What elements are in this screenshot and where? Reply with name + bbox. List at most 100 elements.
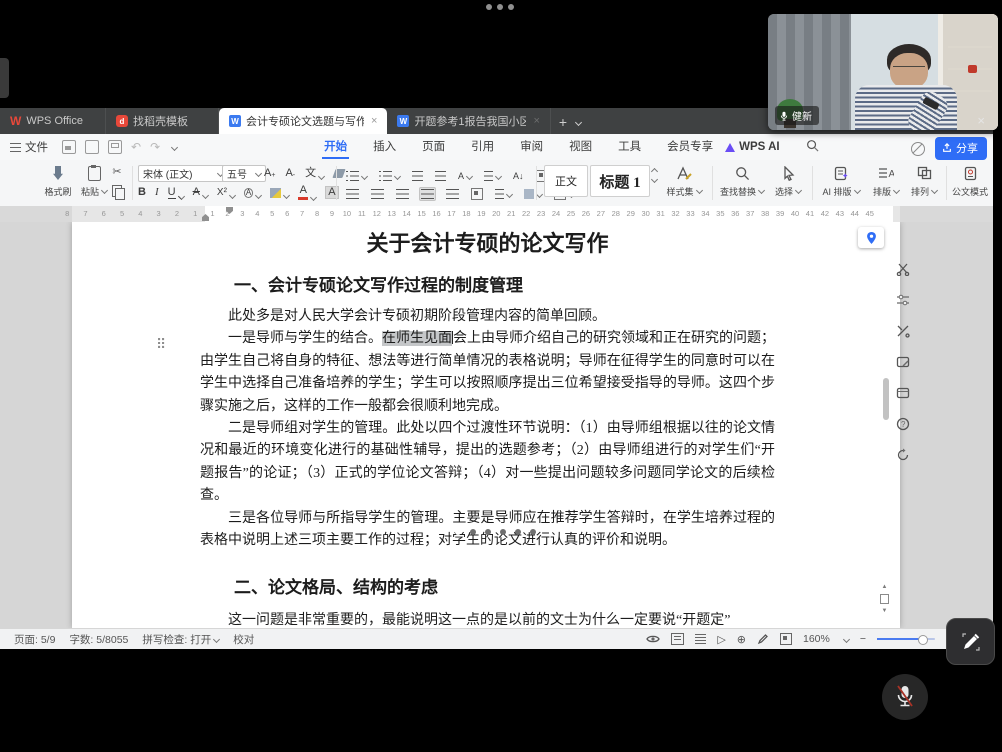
styles-scroll-up-icon[interactable] bbox=[651, 168, 658, 175]
document-page[interactable]: 关于会计专硕的论文写作 一、会计专硕论文写作过程的制度管理 此处多是对人民大学会… bbox=[72, 222, 900, 628]
page-view-icon[interactable] bbox=[671, 633, 684, 645]
copy-icon[interactable] bbox=[112, 185, 122, 197]
tab-close-icon[interactable]: × bbox=[371, 115, 377, 127]
align-left-button[interactable] bbox=[344, 187, 361, 201]
fit-page-icon[interactable] bbox=[780, 633, 792, 645]
bold-button[interactable]: B bbox=[138, 187, 146, 198]
highlight-color-button[interactable] bbox=[270, 188, 289, 198]
help-icon[interactable]: ? bbox=[896, 417, 910, 431]
zoom-slider-knob[interactable] bbox=[918, 635, 928, 645]
search-button[interactable] bbox=[806, 139, 819, 155]
sort-button[interactable]: A↓ bbox=[511, 170, 526, 183]
tab-page[interactable]: 页面 bbox=[420, 135, 447, 159]
tab-home[interactable]: 开始 bbox=[322, 135, 349, 159]
underline-button[interactable]: U bbox=[168, 187, 184, 199]
find-replace-button[interactable]: 查找替换 bbox=[718, 164, 766, 198]
doc-paragraph[interactable]: 二是导师组对学生的管理。此处以四个过渡性环节说明：（1）由导师组根据以往的论文情… bbox=[200, 418, 775, 508]
next-page-icon[interactable]: ▼ bbox=[882, 608, 888, 614]
share-button[interactable]: 分享 bbox=[935, 137, 987, 160]
scissors-icon[interactable] bbox=[896, 262, 910, 276]
text-effect-button[interactable]: 文 bbox=[305, 168, 324, 179]
previous-page-icon[interactable]: ▲ bbox=[882, 584, 888, 590]
save-icon[interactable] bbox=[62, 140, 76, 154]
style-body-text[interactable]: 正文 bbox=[544, 165, 588, 197]
vertical-scrollbar[interactable] bbox=[882, 222, 891, 628]
char-border-button[interactable]: A bbox=[244, 188, 261, 198]
distribute-button[interactable] bbox=[444, 187, 461, 201]
select-button[interactable]: 选择 bbox=[770, 164, 806, 198]
webcam-video[interactable]: 健新 bbox=[768, 14, 998, 130]
doc-paragraph-clipped[interactable]: 这一问题是非常重要的，最能说明这一点的是以前的文士为什么一定要说“开题定” bbox=[200, 610, 775, 628]
word-count[interactable]: 字数: 5/8055 bbox=[69, 632, 128, 647]
cut-icon[interactable]: ✂ bbox=[112, 167, 121, 178]
tab-wps-ai[interactable]: WPS AI bbox=[725, 141, 779, 153]
tab-member[interactable]: 会员专享 bbox=[665, 135, 715, 159]
tab-wps-home[interactable]: W WPS Office bbox=[0, 108, 106, 134]
spellcheck-status[interactable]: 拼写检查: 打开 bbox=[142, 632, 219, 647]
format-painter-button[interactable]: 格式刷 bbox=[40, 164, 76, 198]
tab-review[interactable]: 审阅 bbox=[518, 135, 545, 159]
edit-pen-icon[interactable] bbox=[757, 633, 769, 645]
tab-docer-templates[interactable]: d 找稻壳模板 bbox=[106, 108, 219, 134]
doc-title[interactable]: 关于会计专硕的论文写作 bbox=[200, 228, 775, 260]
official-doc-mode-button[interactable]: 公文模式 bbox=[948, 164, 992, 198]
horizontal-ruler[interactable]: 87654321 1234567891011121314151617181920… bbox=[0, 206, 993, 222]
italic-button[interactable]: I bbox=[155, 187, 159, 198]
zoom-chevron-icon[interactable] bbox=[843, 635, 850, 642]
strikethrough-button[interactable]: A bbox=[193, 187, 208, 198]
zoom-slider[interactable] bbox=[877, 638, 935, 640]
tools-icon[interactable] bbox=[896, 324, 910, 338]
tab-reference[interactable]: 引用 bbox=[469, 135, 496, 159]
browse-object-icon[interactable] bbox=[880, 594, 889, 604]
tab-close-icon[interactable]: × bbox=[533, 115, 539, 127]
print-icon[interactable] bbox=[108, 140, 122, 154]
locate-button[interactable] bbox=[858, 227, 884, 248]
proofread-button[interactable]: 校对 bbox=[233, 632, 254, 647]
doc-paragraph[interactable]: 一是导师与学生的结合。在师生见面会上由导师介绍自己的研究领域和正在研究的问题；由… bbox=[200, 328, 775, 418]
style-set-button[interactable]: 样式集 bbox=[662, 164, 706, 198]
tab-insert[interactable]: 插入 bbox=[371, 135, 398, 159]
shrink-font-button[interactable]: A- bbox=[285, 168, 295, 179]
sync-icon[interactable] bbox=[896, 448, 910, 462]
decrease-indent-button[interactable] bbox=[410, 169, 425, 183]
bullets-button[interactable] bbox=[344, 169, 369, 183]
layout-button[interactable]: A 排版 bbox=[868, 164, 904, 198]
increase-indent-button[interactable] bbox=[433, 169, 448, 183]
superscript-button[interactable]: X² bbox=[217, 188, 235, 198]
tab-tools[interactable]: 工具 bbox=[616, 135, 643, 159]
annotation-tool-button[interactable] bbox=[946, 618, 995, 665]
paste-button[interactable]: 粘贴 bbox=[78, 164, 110, 198]
file-menu[interactable]: 文件 bbox=[10, 139, 48, 155]
settings-sliders-icon[interactable] bbox=[896, 293, 910, 307]
asian-layout-button[interactable] bbox=[482, 169, 503, 183]
quick-access-chevron-icon[interactable] bbox=[171, 143, 178, 150]
scrollbar-thumb[interactable] bbox=[883, 378, 889, 420]
grow-font-button[interactable]: A+ bbox=[264, 168, 275, 179]
tab-other-document[interactable]: W 开题参考1报告我国小区物业会计 × bbox=[387, 108, 550, 134]
styles-scroll-down-icon[interactable] bbox=[651, 176, 658, 183]
eye-protect-icon[interactable] bbox=[646, 634, 660, 644]
doc-paragraph[interactable]: 此处多是对人民大学会计专硕初期阶段管理内容的简单回顾。 bbox=[200, 306, 775, 328]
redo-icon[interactable]: ↷ bbox=[150, 140, 160, 154]
ai-layout-button[interactable]: AI 排版 bbox=[816, 164, 866, 198]
side-panel-handle[interactable] bbox=[0, 58, 9, 98]
font-color-button[interactable]: A bbox=[298, 185, 316, 200]
style-heading1[interactable]: 标题 1 bbox=[590, 165, 650, 197]
align-center-button[interactable] bbox=[369, 187, 386, 201]
paragraph-layout-button[interactable] bbox=[469, 186, 485, 202]
export-pdf-icon[interactable] bbox=[85, 140, 99, 154]
align-right-button[interactable] bbox=[394, 187, 411, 201]
card-icon[interactable] bbox=[896, 386, 910, 400]
web-view-icon[interactable]: ⊕ bbox=[737, 633, 746, 646]
justify-button[interactable] bbox=[419, 187, 436, 201]
arrange-button[interactable]: 排列 bbox=[906, 164, 942, 198]
tab-view[interactable]: 视图 bbox=[567, 135, 594, 159]
page-indicator[interactable]: 页面: 5/9 bbox=[14, 632, 55, 647]
read-mode-icon[interactable]: ▷ bbox=[717, 633, 725, 646]
tab-list-chevron-icon[interactable] bbox=[575, 119, 582, 126]
paragraph-drag-handle[interactable]: ⠿ bbox=[156, 338, 166, 352]
char-scale-button[interactable]: A bbox=[456, 170, 474, 183]
shading-button[interactable] bbox=[522, 187, 544, 201]
selected-text[interactable]: 在师生见面 bbox=[382, 331, 452, 346]
numbering-button[interactable] bbox=[377, 169, 402, 183]
